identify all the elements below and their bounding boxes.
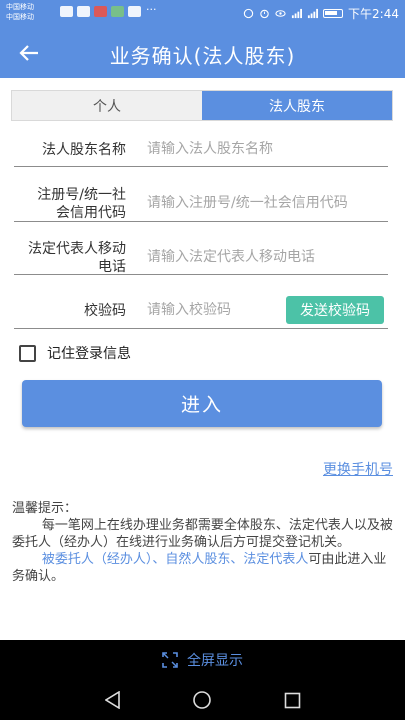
form-row-registration: 注册号/统一社 会信用代码 [14, 186, 388, 222]
battery-icon [323, 9, 344, 18]
field-label-line: 注册号/统一社 [37, 187, 126, 203]
field-label-line: 法定代表人移动 [28, 241, 126, 257]
signal-icon [307, 8, 319, 19]
field-label-line: 电话 [98, 259, 126, 275]
form-row-code: 校验码 发送校验码 [14, 296, 388, 329]
nav-back-button[interactable] [103, 690, 123, 710]
carrier-info: 中国移动 中国移动 [6, 2, 34, 22]
tips-section: 温馨提示： 每一笔网上在线办理业务都需要全体股东、法定代表人以及被委托人（经办人… [12, 500, 394, 585]
fullscreen-button[interactable]: 全屏显示 [0, 640, 405, 680]
remember-checkbox[interactable] [19, 344, 36, 362]
more-notifications-icon: ··· [146, 3, 157, 16]
expand-icon [162, 652, 178, 668]
notification-icons [60, 6, 141, 17]
tips-highlight-paragraph: 被委托人（经办人）、自然人股东、法定代表人可由此进入业务确认。 [12, 551, 394, 585]
verification-code-input[interactable] [147, 302, 277, 318]
app-notification-icon [94, 6, 107, 17]
send-code-button[interactable]: 发送校验码 [286, 296, 384, 324]
carrier-1: 中国移动 [6, 3, 34, 11]
remember-login[interactable]: 记住登录信息 [19, 343, 131, 363]
carrier-2: 中国移动 [6, 13, 34, 21]
app-notification-icon [111, 6, 124, 17]
system-status: 下午2:44 [243, 5, 399, 22]
tab-personal[interactable]: 个人 [12, 91, 202, 120]
app-bar: 业务确认(法人股东) [0, 28, 405, 78]
registration-number-input[interactable] [147, 195, 387, 211]
nav-recents-button[interactable] [282, 690, 302, 710]
change-phone-link[interactable]: 更换手机号 [323, 459, 393, 479]
page-title: 业务确认(法人股东) [109, 44, 296, 68]
form-row-phone: 法定代表人移动 电话 [14, 240, 388, 275]
nfc-icon [243, 8, 254, 19]
field-label-line: 会信用代码 [56, 205, 126, 221]
tips-body: 每一笔网上在线办理业务都需要全体股东、法定代表人以及被委托人（经办人）在线进行业… [12, 518, 393, 550]
system-nav-bar [0, 680, 405, 720]
app-notification-icon [60, 6, 73, 17]
clock: 下午2:44 [348, 7, 399, 21]
fullscreen-label: 全屏显示 [187, 653, 243, 669]
shareholder-name-input[interactable] [147, 141, 387, 157]
alarm-icon [260, 9, 269, 19]
legal-rep-phone-input[interactable] [147, 249, 387, 265]
square-recents-icon [284, 692, 300, 708]
nav-home-button[interactable] [192, 690, 212, 710]
triangle-back-icon [105, 691, 120, 709]
tab-corporate-shareholder[interactable]: 法人股东 [202, 91, 392, 120]
field-label: 法定代表人移动 电话 [14, 240, 126, 276]
enter-button[interactable]: 进入 [22, 380, 382, 427]
tips-title: 温馨提示： [12, 501, 78, 516]
remember-label: 记住登录信息 [47, 346, 131, 362]
tab-bar: 个人 法人股东 [11, 90, 393, 121]
signal-icon [291, 8, 303, 19]
tips-highlight[interactable]: 被委托人（经办人）、自然人股东、法定代表人 [42, 552, 309, 567]
field-label: 法人股东名称 [42, 142, 126, 158]
status-bar: 中国移动 中国移动 ··· 下午2:44 [0, 0, 405, 28]
field-label: 注册号/统一社 会信用代码 [14, 186, 126, 222]
app-notification-icon [77, 6, 90, 17]
circle-home-icon [193, 691, 211, 709]
app-notification-icon [128, 6, 141, 17]
field-label: 校验码 [84, 303, 126, 319]
form-row-name: 法人股东名称 [14, 138, 388, 167]
eye-icon [275, 10, 286, 17]
